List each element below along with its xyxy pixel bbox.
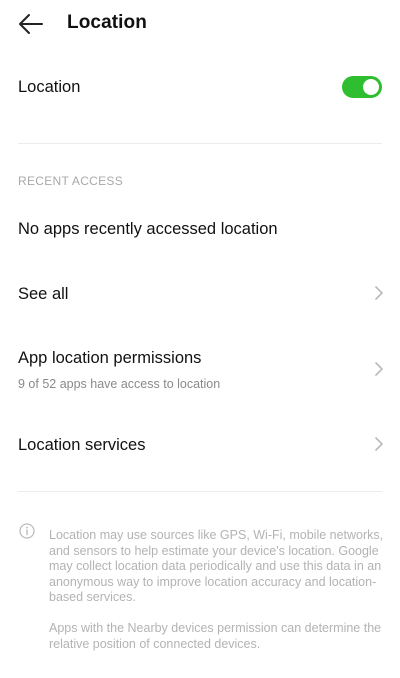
location-toggle-label: Location <box>18 78 81 96</box>
arrow-left-icon <box>19 14 43 34</box>
app-bar: Location <box>0 0 400 48</box>
chevron-right-icon <box>374 362 384 376</box>
location-toggle-switch[interactable] <box>342 76 382 98</box>
divider <box>18 491 382 492</box>
recent-access-header: RECENT ACCESS <box>18 174 124 188</box>
location-services-row[interactable]: Location services <box>0 420 400 470</box>
see-all-label: See all <box>18 285 69 303</box>
info-paragraph-sources: Location may use sources like GPS, Wi-Fi… <box>49 528 384 604</box>
recent-access-empty-message: No apps recently accessed location <box>18 220 278 238</box>
info-paragraph-nearby: Apps with the Nearby devices permission … <box>49 621 382 651</box>
chevron-right-icon <box>374 437 384 451</box>
back-button[interactable] <box>12 6 50 42</box>
recent-access-empty-row: No apps recently accessed location <box>0 205 400 253</box>
divider <box>18 143 382 144</box>
chevron-right-icon <box>374 286 384 300</box>
page-title: Location <box>67 12 147 33</box>
toggle-knob <box>363 79 379 95</box>
info-icon <box>19 523 35 539</box>
location-toggle-row[interactable]: Location <box>0 62 400 112</box>
app-location-permissions-row[interactable]: App location permissions 9 of 52 apps ha… <box>0 336 400 402</box>
app-location-permissions-summary: 9 of 52 apps have access to location <box>18 377 221 391</box>
app-location-permissions-label: App location permissions <box>18 349 202 367</box>
see-all-row[interactable]: See all <box>0 268 400 318</box>
location-services-label: Location services <box>18 436 146 454</box>
